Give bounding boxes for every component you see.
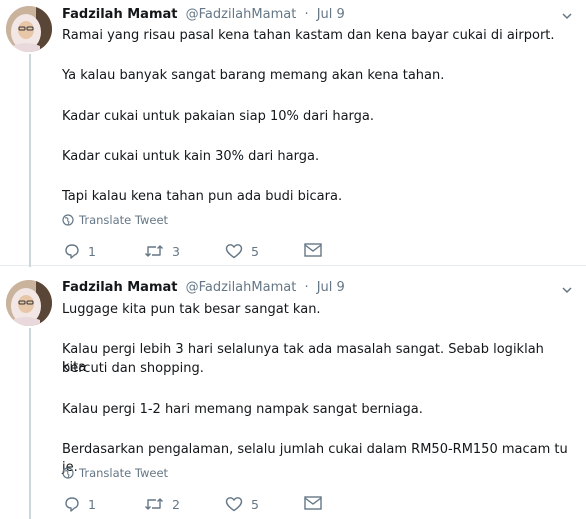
tweet[interactable]: Fadzilah Mamat @FadzilahMamat · Jul 9 Lu…	[0, 266, 586, 519]
reply-button[interactable]: 1	[64, 243, 96, 259]
separator: ·	[304, 7, 309, 22]
reply-count: 1	[88, 243, 96, 259]
direct-message-button[interactable]	[304, 243, 322, 257]
heart-icon	[225, 497, 243, 512]
thread-line	[29, 328, 31, 519]
like-count: 5	[251, 496, 259, 512]
tweet-line: Ramai yang risau pasal kena tahan kastam…	[62, 28, 555, 43]
tweet-header: Fadzilah Mamat @FadzilahMamat · Jul 9	[62, 280, 345, 298]
reply-icon	[65, 244, 79, 259]
envelope-icon	[304, 496, 322, 510]
tweet[interactable]: Fadzilah Mamat @FadzilahMamat · Jul 9 Ra…	[0, 0, 586, 267]
retweet-button[interactable]: 2	[144, 496, 180, 512]
tweet-line: bercuti dan shopping.	[62, 361, 204, 376]
translate-label: Translate Tweet	[79, 466, 169, 480]
user-handle[interactable]: @FadzilahMamat	[186, 7, 297, 22]
tweet-line: Tapi kalau kena tahan pun ada budi bicar…	[62, 189, 343, 204]
reply-icon	[65, 497, 79, 512]
retweet-count: 3	[172, 243, 180, 259]
tweet-header: Fadzilah Mamat @FadzilahMamat · Jul 9	[62, 7, 345, 25]
chevron-down-icon[interactable]	[560, 283, 574, 297]
thread-line	[29, 54, 31, 267]
user-handle[interactable]: @FadzilahMamat	[186, 280, 297, 295]
envelope-icon	[304, 243, 322, 257]
avatar[interactable]	[6, 6, 52, 52]
reply-count: 1	[88, 496, 96, 512]
tweet-date[interactable]: Jul 9	[317, 7, 345, 22]
display-name[interactable]: Fadzilah Mamat	[62, 280, 177, 295]
tweet-line: Kadar cukai untuk kain 30% dari harga.	[62, 149, 320, 164]
retweet-icon	[145, 498, 163, 510]
tweet-line: Kalau pergi 1-2 hari memang nampak sanga…	[62, 402, 423, 417]
tweet-line: Luggage kita pun tak besar sangat kan.	[62, 302, 321, 317]
heart-icon	[225, 244, 243, 259]
tweet-line: Kadar cukai untuk pakaian siap 10% dari …	[62, 109, 375, 124]
translate-label: Translate Tweet	[79, 213, 169, 227]
globe-icon	[62, 467, 74, 479]
direct-message-button[interactable]	[304, 496, 322, 510]
retweet-button[interactable]: 3	[144, 243, 180, 259]
translate-tweet-link[interactable]: Translate Tweet	[62, 466, 168, 480]
avatar[interactable]	[6, 280, 52, 326]
tweet-line: Ya kalau banyak sangat barang memang aka…	[62, 68, 445, 83]
display-name[interactable]: Fadzilah Mamat	[62, 7, 177, 22]
separator: ·	[304, 280, 309, 295]
like-button[interactable]: 5	[225, 243, 259, 259]
tweet-date[interactable]: Jul 9	[317, 280, 345, 295]
retweet-count: 2	[172, 496, 180, 512]
like-button[interactable]: 5	[225, 496, 259, 512]
translate-tweet-link[interactable]: Translate Tweet	[62, 213, 168, 227]
retweet-icon	[145, 245, 163, 257]
globe-icon	[62, 214, 74, 226]
tweet-actions: 1 2 5	[62, 496, 342, 516]
reply-button[interactable]: 1	[64, 496, 96, 512]
chevron-down-icon[interactable]	[560, 9, 574, 23]
like-count: 5	[251, 243, 259, 259]
tweet-actions: 1 3 5	[62, 243, 342, 263]
